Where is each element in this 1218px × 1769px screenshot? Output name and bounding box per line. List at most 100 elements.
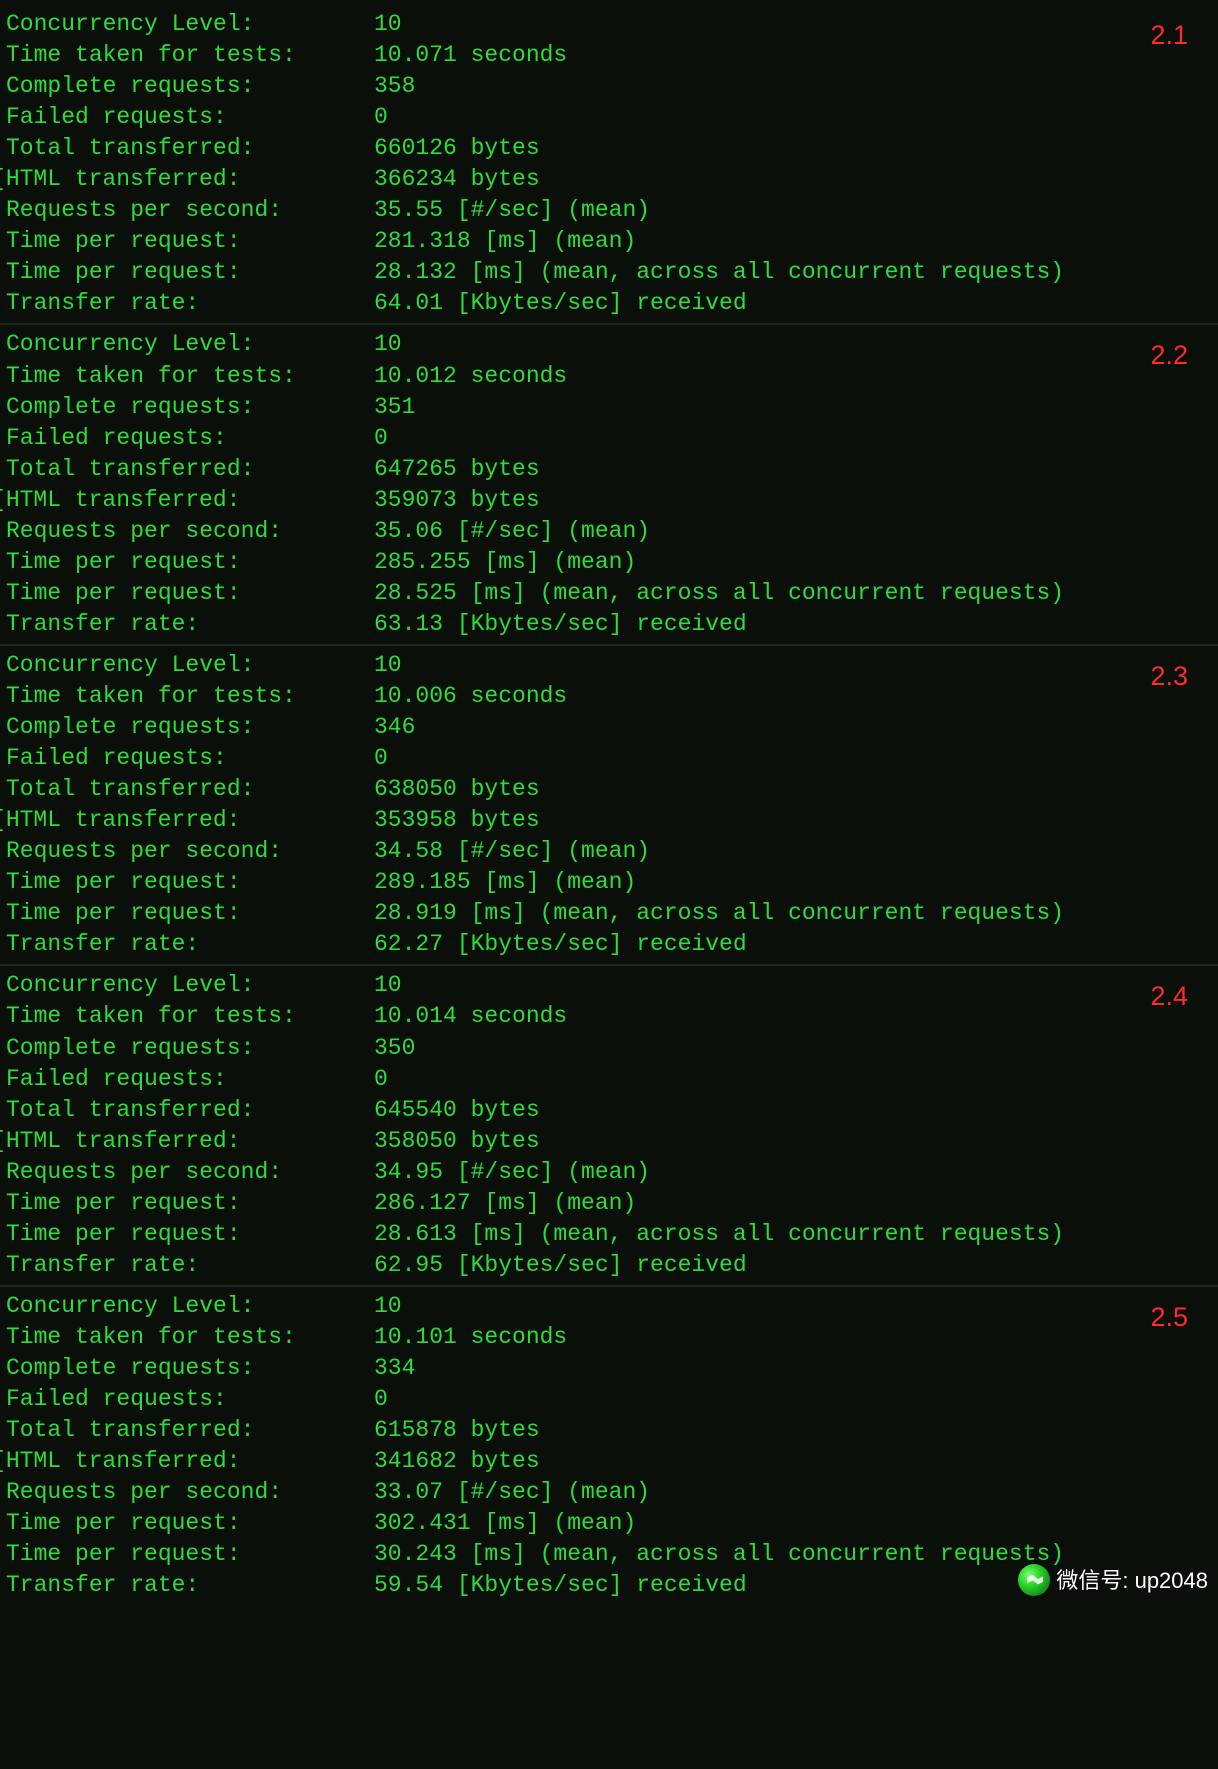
benchmark-block: 2.1Concurrency Level:10Time taken for te… xyxy=(0,5,1218,323)
output-row: Time per request:28.525 [ms] (mean, acro… xyxy=(0,578,1218,609)
metric-label: Time per request: xyxy=(6,898,374,929)
output-row: Concurrency Level:10 xyxy=(0,650,1218,681)
metric-value: 10.101 seconds xyxy=(374,1322,567,1353)
metric-label: Transfer rate: xyxy=(6,609,374,640)
metric-label: Concurrency Level: xyxy=(6,1291,374,1322)
output-row: Time per request:302.431 [ms] (mean) xyxy=(0,1508,1218,1539)
metric-value: 10 xyxy=(374,650,402,681)
metric-label: [HTML transferred: xyxy=(0,1126,374,1157)
metric-value: 34.58 [#/sec] (mean) xyxy=(374,836,650,867)
metric-value: 30.243 [ms] (mean, across all concurrent… xyxy=(374,1539,1064,1570)
version-badge: 2.3 xyxy=(1150,658,1188,694)
metric-value: 10 xyxy=(374,1291,402,1322)
metric-value: 64.01 [Kbytes/sec] received xyxy=(374,288,747,319)
wechat-watermark: 微信号: up2048 xyxy=(1018,1564,1208,1596)
output-row: Requests per second:34.95 [#/sec] (mean) xyxy=(0,1157,1218,1188)
output-row: [HTML transferred:366234 bytes xyxy=(0,164,1218,195)
metric-label: Failed requests: xyxy=(6,102,374,133)
output-row: Time taken for tests:10.006 seconds xyxy=(0,681,1218,712)
metric-label: Requests per second: xyxy=(6,516,374,547)
metric-value: 350 xyxy=(374,1033,415,1064)
metric-value: 660126 bytes xyxy=(374,133,540,164)
output-row: Requests per second:33.07 [#/sec] (mean) xyxy=(0,1477,1218,1508)
metric-label: [HTML transferred: xyxy=(0,485,374,516)
metric-value: 346 xyxy=(374,712,415,743)
output-row: Time per request:285.255 [ms] (mean) xyxy=(0,547,1218,578)
metric-label: Time per request: xyxy=(6,1508,374,1539)
output-row: Time per request:289.185 [ms] (mean) xyxy=(0,867,1218,898)
output-row: Total transferred:638050 bytes xyxy=(0,774,1218,805)
metric-value: 62.95 [Kbytes/sec] received xyxy=(374,1250,747,1281)
metric-label: Complete requests: xyxy=(6,1033,374,1064)
metric-value: 0 xyxy=(374,423,388,454)
metric-value: 358 xyxy=(374,71,415,102)
output-row: Concurrency Level:10 xyxy=(0,970,1218,1001)
metric-value: 638050 bytes xyxy=(374,774,540,805)
metric-label: Transfer rate: xyxy=(6,288,374,319)
output-row: Time per request:28.613 [ms] (mean, acro… xyxy=(0,1219,1218,1250)
metric-label: Failed requests: xyxy=(6,1384,374,1415)
output-row: Failed requests:0 xyxy=(0,743,1218,774)
metric-value: 35.55 [#/sec] (mean) xyxy=(374,195,650,226)
metric-value: 10 xyxy=(374,329,402,360)
metric-label: Time taken for tests: xyxy=(6,361,374,392)
metric-value: 28.613 [ms] (mean, across all concurrent… xyxy=(374,1219,1064,1250)
metric-label: Time per request: xyxy=(6,547,374,578)
metric-value: 302.431 [ms] (mean) xyxy=(374,1508,636,1539)
metric-label: Failed requests: xyxy=(6,743,374,774)
metric-label: Complete requests: xyxy=(6,712,374,743)
metric-value: 353958 bytes xyxy=(374,805,540,836)
metric-label: Failed requests: xyxy=(6,1064,374,1095)
output-row: [HTML transferred:353958 bytes xyxy=(0,805,1218,836)
output-row: Time per request:281.318 [ms] (mean) xyxy=(0,226,1218,257)
metric-value: 10.014 seconds xyxy=(374,1001,567,1032)
benchmark-block: 2.2Concurrency Level:10Time taken for te… xyxy=(0,323,1218,643)
metric-label: [HTML transferred: xyxy=(0,1446,374,1477)
metric-value: 351 xyxy=(374,392,415,423)
metric-value: 645540 bytes xyxy=(374,1095,540,1126)
output-row: Total transferred:615878 bytes xyxy=(0,1415,1218,1446)
metric-label: Requests per second: xyxy=(6,1477,374,1508)
version-badge: 2.5 xyxy=(1150,1299,1188,1335)
output-row: Time per request:28.132 [ms] (mean, acro… xyxy=(0,257,1218,288)
metric-label: Time taken for tests: xyxy=(6,681,374,712)
output-row: Time per request:28.919 [ms] (mean, acro… xyxy=(0,898,1218,929)
wechat-icon xyxy=(1018,1564,1050,1596)
output-row: Total transferred:645540 bytes xyxy=(0,1095,1218,1126)
metric-label: Time taken for tests: xyxy=(6,1001,374,1032)
metric-label: Transfer rate: xyxy=(6,929,374,960)
output-row: Requests per second:34.58 [#/sec] (mean) xyxy=(0,836,1218,867)
metric-value: 33.07 [#/sec] (mean) xyxy=(374,1477,650,1508)
metric-value: 0 xyxy=(374,743,388,774)
metric-value: 341682 bytes xyxy=(374,1446,540,1477)
metric-label: Failed requests: xyxy=(6,423,374,454)
metric-value: 334 xyxy=(374,1353,415,1384)
metric-value: 358050 bytes xyxy=(374,1126,540,1157)
metric-label: Complete requests: xyxy=(6,1353,374,1384)
output-row: Complete requests:346 xyxy=(0,712,1218,743)
metric-label: Requests per second: xyxy=(6,195,374,226)
metric-label: [HTML transferred: xyxy=(0,805,374,836)
metric-label: Time per request: xyxy=(6,1539,374,1570)
metric-value: 0 xyxy=(374,102,388,133)
output-row: Failed requests:0 xyxy=(0,423,1218,454)
metric-label: Time per request: xyxy=(6,867,374,898)
output-row: [HTML transferred:359073 bytes xyxy=(0,485,1218,516)
metric-value: 63.13 [Kbytes/sec] received xyxy=(374,609,747,640)
metric-value: 28.919 [ms] (mean, across all concurrent… xyxy=(374,898,1064,929)
metric-value: 62.27 [Kbytes/sec] received xyxy=(374,929,747,960)
version-badge: 2.1 xyxy=(1150,17,1188,53)
metric-value: 35.06 [#/sec] (mean) xyxy=(374,516,650,547)
output-row: Time per request:286.127 [ms] (mean) xyxy=(0,1188,1218,1219)
output-row: Requests per second:35.06 [#/sec] (mean) xyxy=(0,516,1218,547)
metric-label: Total transferred: xyxy=(6,133,374,164)
output-row: Total transferred:647265 bytes xyxy=(0,454,1218,485)
metric-value: 0 xyxy=(374,1384,388,1415)
metric-value: 34.95 [#/sec] (mean) xyxy=(374,1157,650,1188)
metric-label: Concurrency Level: xyxy=(6,650,374,681)
metric-value: 286.127 [ms] (mean) xyxy=(374,1188,636,1219)
output-row: Complete requests:334 xyxy=(0,1353,1218,1384)
version-badge: 2.2 xyxy=(1150,337,1188,373)
metric-value: 647265 bytes xyxy=(374,454,540,485)
output-row: Time taken for tests:10.012 seconds xyxy=(0,361,1218,392)
